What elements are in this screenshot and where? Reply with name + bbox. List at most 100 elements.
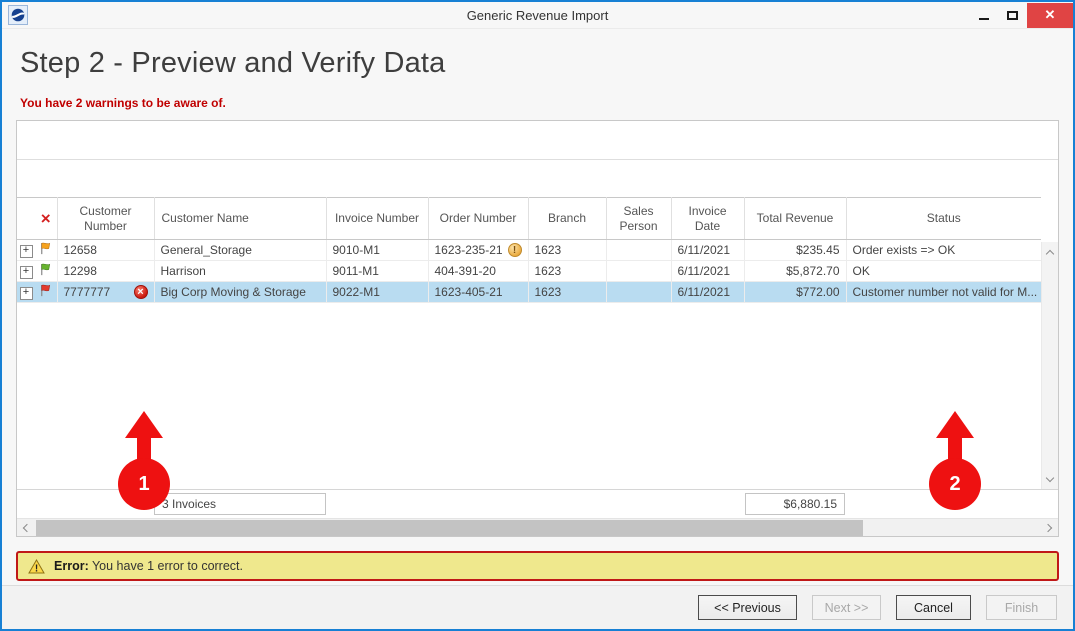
customer-name-cell: General_Storage (154, 240, 326, 261)
customer-number-cell: 12298 (57, 261, 154, 282)
scroll-left-button[interactable] (17, 519, 35, 536)
summary-row: 3 Invoices $6,880.15 (17, 489, 1058, 518)
table-row-selected[interactable]: 7777777 Big Corp Moving & Storage 9022-M… (17, 282, 1041, 303)
finish-button: Finish (986, 595, 1057, 620)
expand-icon[interactable] (20, 245, 33, 258)
customer-number-cell: 12658 (57, 240, 154, 261)
grid-group-panel-2 (17, 160, 1058, 197)
header-customer-number[interactable]: Customer Number (57, 198, 154, 240)
total-revenue-cell: $5,872.70 (744, 261, 846, 282)
expand-icon[interactable] (20, 287, 33, 300)
header-customer-name[interactable]: Customer Name (154, 198, 326, 240)
scroll-right-button[interactable] (1040, 519, 1058, 536)
footer-button-bar: << Previous Next >> Cancel Finish (2, 585, 1073, 629)
table-row[interactable]: 12658 General_Storage 9010-M1 1623-235-2… (17, 240, 1041, 261)
sales-person-cell (606, 240, 671, 261)
header-expand (17, 198, 35, 240)
error-icon (134, 285, 148, 299)
customer-number-cell: 7777777 (57, 282, 154, 303)
callout-2-arrowhead-icon (936, 411, 974, 438)
red-flag-icon (38, 283, 53, 298)
chevron-left-icon (23, 523, 31, 531)
scroll-down-button[interactable] (1042, 471, 1058, 487)
order-number-cell: 1623-405-21 (428, 282, 528, 303)
maximize-button[interactable] (998, 3, 1027, 28)
status-cell: Customer number not valid for M... (846, 282, 1041, 303)
window-title: Generic Revenue Import (2, 8, 1073, 23)
cancel-button[interactable]: Cancel (896, 595, 971, 620)
app-logo-icon (11, 8, 25, 22)
invoice-number-cell: 9010-M1 (326, 240, 428, 261)
total-revenue-summary: $6,880.15 (745, 493, 845, 515)
warning-triangle-icon: ! (28, 559, 45, 574)
header-branch[interactable]: Branch (528, 198, 606, 240)
customer-number-value: 7777777 (64, 285, 111, 299)
chevron-right-icon (1044, 523, 1052, 531)
previous-button[interactable]: << Previous (698, 595, 797, 620)
callout-1-arrowhead-icon (125, 411, 163, 438)
branch-cell: 1623 (528, 261, 606, 282)
invoice-date-cell: 6/11/2021 (671, 240, 744, 261)
header-invoice-date[interactable]: Invoice Date (671, 198, 744, 240)
orange-flag-icon (38, 241, 53, 256)
status-cell: Order exists => OK (846, 240, 1041, 261)
minimize-button[interactable] (969, 3, 998, 28)
table-header-row: × Customer Number Customer Name Invoice … (17, 198, 1041, 240)
expand-cell[interactable] (17, 240, 35, 261)
total-revenue-cell: $772.00 (744, 282, 846, 303)
close-button[interactable]: ✕ (1027, 3, 1073, 28)
order-warning-icon (508, 243, 522, 257)
title-bar: Generic Revenue Import ✕ (2, 2, 1073, 29)
callout-1-badge: 1 (118, 458, 170, 510)
callout-2-number: 2 (949, 473, 960, 496)
flag-cell (35, 282, 57, 303)
green-flag-icon (38, 262, 53, 277)
sales-person-cell (606, 282, 671, 303)
chevron-up-icon (1046, 249, 1054, 257)
minimize-icon (979, 18, 989, 20)
close-icon: ✕ (1045, 7, 1056, 23)
grid-group-panel (17, 121, 1058, 160)
sales-person-cell (606, 261, 671, 282)
invoice-date-cell: 6/11/2021 (671, 261, 744, 282)
header-status[interactable]: Status (846, 198, 1041, 240)
invoice-table: × Customer Number Customer Name Invoice … (17, 197, 1041, 303)
expand-cell[interactable] (17, 282, 35, 303)
scroll-up-button[interactable] (1042, 244, 1058, 260)
invoice-number-cell: 9011-M1 (326, 261, 428, 282)
customer-name-cell: Harrison (154, 261, 326, 282)
order-number-cell: 1623-235-21 (428, 240, 528, 261)
status-cell: OK (846, 261, 1041, 282)
invoice-date-cell: 6/11/2021 (671, 282, 744, 303)
invoice-number-cell: 9022-M1 (326, 282, 428, 303)
error-banner: ! Error: You have 1 error to correct. (16, 551, 1059, 581)
flag-cell (35, 261, 57, 282)
header-invoice-number[interactable]: Invoice Number (326, 198, 428, 240)
branch-cell: 1623 (528, 282, 606, 303)
dialog-window: Generic Revenue Import ✕ Step 2 - Previe… (0, 0, 1075, 631)
scrollbar-thumb[interactable] (36, 520, 863, 536)
expand-cell[interactable] (17, 261, 35, 282)
next-button: Next >> (812, 595, 881, 620)
horizontal-scrollbar[interactable] (17, 518, 1058, 536)
app-icon[interactable] (8, 5, 28, 25)
maximize-icon (1007, 11, 1018, 20)
vertical-scrollbar[interactable] (1041, 242, 1058, 489)
total-revenue-cell: $235.45 (744, 240, 846, 261)
error-label: Error: (54, 559, 89, 573)
preview-grid: × Customer Number Customer Name Invoice … (16, 120, 1059, 537)
chevron-down-icon (1046, 473, 1054, 481)
header-order-number[interactable]: Order Number (428, 198, 528, 240)
branch-cell: 1623 (528, 240, 606, 261)
header-sales-person[interactable]: Sales Person (606, 198, 671, 240)
expand-icon[interactable] (20, 266, 33, 279)
order-number-value: 1623-235-21 (435, 243, 503, 257)
header-error-column[interactable]: × (35, 198, 57, 240)
customer-name-cell: Big Corp Moving & Storage (154, 282, 326, 303)
flag-cell (35, 240, 57, 261)
table-row[interactable]: 12298 Harrison 9011-M1 404-391-20 1623 6… (17, 261, 1041, 282)
order-number-cell: 404-391-20 (428, 261, 528, 282)
error-column-icon: × (41, 209, 51, 228)
callout-1-number: 1 (138, 473, 149, 496)
header-total-revenue[interactable]: Total Revenue (744, 198, 846, 240)
